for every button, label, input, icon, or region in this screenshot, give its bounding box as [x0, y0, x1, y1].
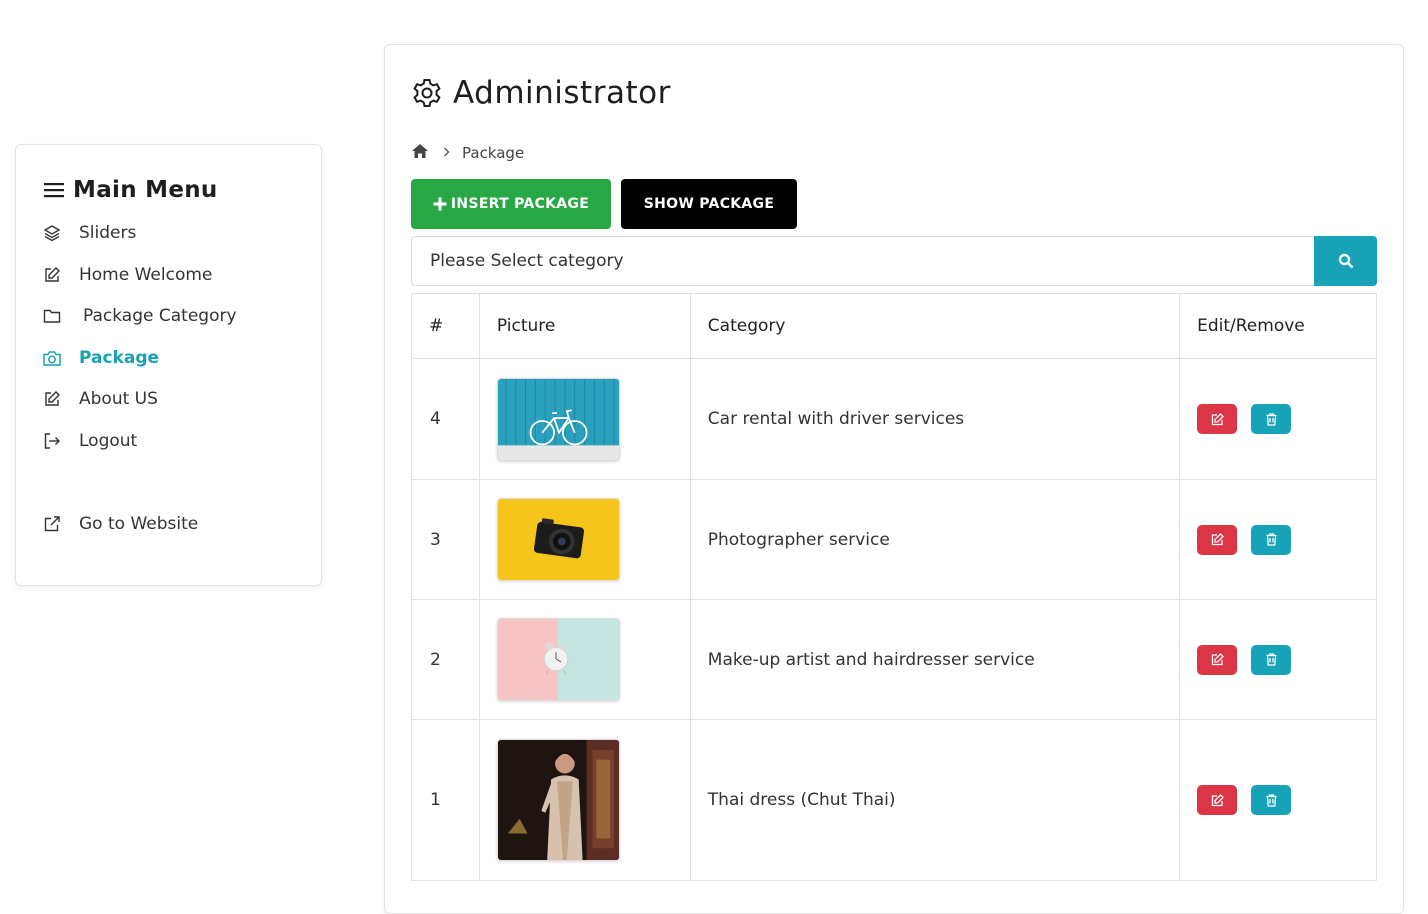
category-select[interactable]: Please Select category — [411, 236, 1315, 286]
actions-cell — [1179, 479, 1377, 600]
edit-button[interactable] — [1197, 644, 1238, 675]
edit-button[interactable] — [1197, 404, 1238, 434]
sidebar-item-home-welcome[interactable]: Home Welcome — [42, 265, 212, 285]
table-row: 4 Car rental with driver services — [411, 358, 1377, 480]
actions-cell — [1179, 719, 1377, 881]
gear-icon — [413, 79, 441, 107]
table-row: 3 Photographer service — [411, 479, 1377, 600]
search-icon — [1338, 253, 1353, 269]
picture-cell — [478, 479, 691, 600]
picture-cell — [478, 719, 691, 881]
delete-button[interactable] — [1251, 524, 1292, 555]
edit-icon — [1211, 793, 1224, 806]
thai-dress-photo — [496, 739, 620, 861]
row-number: 2 — [411, 599, 480, 720]
sidebar-item-label: Home Welcome — [79, 265, 213, 285]
insert-package-label: INSERT PACKAGE — [450, 196, 590, 212]
show-package-label: SHOW PACKAGE — [643, 196, 775, 212]
page-title: Administrator — [453, 75, 671, 111]
breadcrumb: Package — [411, 143, 524, 163]
home-icon[interactable] — [411, 143, 429, 163]
sidebar-item-label: Sliders — [79, 223, 137, 243]
page-header: Administrator — [411, 75, 671, 111]
trash-icon — [1266, 533, 1277, 546]
edit-icon — [1211, 653, 1224, 666]
insert-package-button[interactable]: INSERT PACKAGE — [411, 179, 611, 229]
edit-icon — [1211, 533, 1224, 546]
sidebar-item-sliders[interactable]: Sliders — [42, 223, 136, 243]
category-search-row: Please Select category — [411, 236, 1377, 286]
picture-cell — [478, 599, 691, 720]
category-cell: Photographer service — [689, 479, 1181, 600]
column-header-edit-remove: Edit/Remove — [1179, 293, 1377, 359]
edit-icon — [1211, 412, 1224, 425]
edit-button[interactable] — [1197, 785, 1238, 815]
picture-cell — [478, 358, 691, 480]
row-number: 1 — [411, 719, 480, 881]
main-menu-header: Main Menu — [43, 177, 218, 203]
admin-card: Administrator Package INSERT PACKAGE SHO… — [384, 44, 1404, 914]
camera-photo — [496, 498, 620, 581]
show-package-button[interactable]: SHOW PACKAGE — [621, 179, 797, 229]
go-to-website-link[interactable]: Go to Website — [42, 514, 198, 534]
row-number: 3 — [411, 479, 480, 600]
delete-button[interactable] — [1251, 644, 1292, 675]
search-button[interactable] — [1314, 236, 1377, 286]
sidebar-item-label: About US — [79, 389, 158, 409]
column-header-picture: Picture — [478, 293, 691, 359]
breadcrumb-current: Package — [462, 144, 525, 162]
column-header-category: Category — [689, 293, 1181, 359]
sign-out-icon — [42, 431, 62, 451]
column-header-num: # — [411, 293, 480, 359]
sidebar-item-about-us[interactable]: About US — [42, 389, 158, 409]
alarm-clock-photo — [496, 618, 620, 701]
category-cell: Thai dress (Chut Thai) — [689, 719, 1181, 881]
chevron-right-icon — [443, 146, 450, 161]
actions-cell — [1179, 599, 1377, 720]
row-number: 4 — [411, 358, 480, 480]
category-cell: Make-up artist and hairdresser service — [689, 599, 1181, 720]
trash-icon — [1266, 793, 1277, 807]
folder-icon — [42, 306, 62, 326]
package-table: # Picture Category Edit/Remove 4 Car ren… — [411, 293, 1377, 881]
actions-cell — [1179, 358, 1377, 480]
category-cell: Car rental with driver services — [689, 358, 1181, 480]
edit-icon — [42, 265, 62, 285]
hamburger-icon — [44, 183, 64, 198]
bicycle-photo — [496, 377, 620, 461]
sidebar-item-package[interactable]: Package — [42, 348, 159, 368]
sidebar: Main Menu Sliders Home Welcome Package C… — [15, 144, 322, 586]
sidebar-item-label: Logout — [79, 431, 138, 451]
table-row: 2 Make-up artist and hairdresser service — [411, 599, 1377, 720]
table-row: 1 Thai dress (Chut Thai) — [411, 719, 1377, 881]
sidebar-item-label: Package — [79, 348, 160, 368]
external-link-icon — [42, 514, 62, 534]
table-header-row: # Picture Category Edit/Remove — [411, 293, 1377, 359]
trash-icon — [1266, 412, 1277, 426]
sidebar-item-label: Package Category — [83, 306, 237, 326]
edit-button[interactable] — [1197, 524, 1238, 555]
trash-icon — [1266, 653, 1277, 666]
plus-icon — [433, 197, 447, 211]
layers-icon — [42, 223, 62, 243]
edit-icon — [42, 389, 62, 409]
sidebar-item-logout[interactable]: Logout — [42, 431, 137, 451]
category-select-value: Please Select category — [430, 251, 624, 271]
sidebar-item-package-category[interactable]: Package Category — [42, 306, 237, 326]
main-menu-title: Main Menu — [73, 177, 218, 203]
go-to-website-label: Go to Website — [79, 514, 199, 534]
camera-icon — [42, 348, 62, 368]
delete-button[interactable] — [1251, 404, 1292, 434]
delete-button[interactable] — [1251, 785, 1292, 815]
